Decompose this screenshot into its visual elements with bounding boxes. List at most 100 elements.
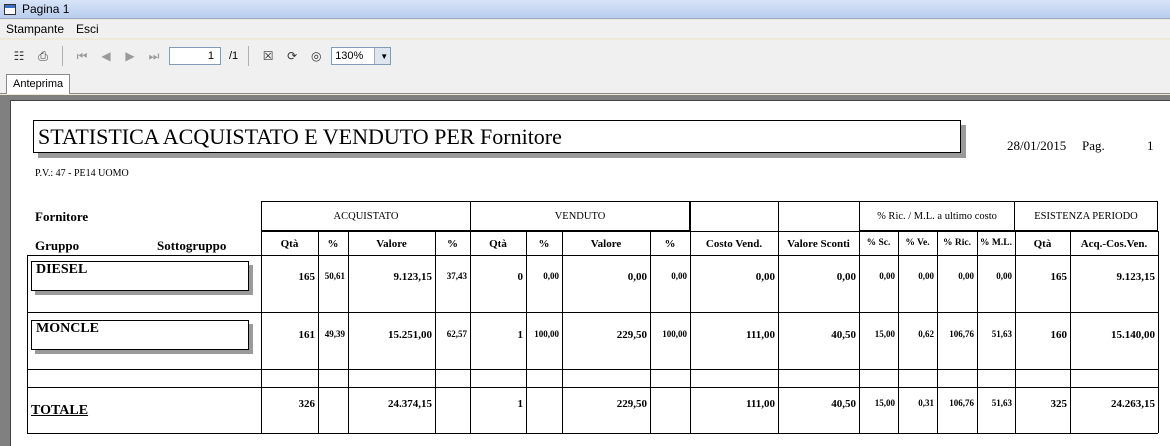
diesel-cell: 37,43 [446, 271, 467, 281]
grid-hline [261, 231, 1158, 232]
total-cell: 326 [298, 398, 316, 410]
total-cell: 24.374,15 [388, 398, 432, 410]
column-header: Valore Sconti [787, 238, 850, 250]
moncle-cell: 40,50 [831, 329, 856, 341]
column-header: % [664, 238, 676, 250]
group-acquistato: ACQUISTATO [261, 201, 471, 231]
grid-hline [261, 201, 1158, 202]
zoom-select[interactable]: 130% ▼ [331, 47, 392, 65]
menu-stampante[interactable]: Stampante [6, 22, 64, 36]
column-header: Valore [590, 238, 622, 250]
moncle-cell: 161 [298, 329, 316, 341]
first-page-icon[interactable]: ⏮ [73, 47, 91, 65]
diesel-cell: 165 [298, 271, 316, 283]
page-total: /1 [229, 50, 239, 62]
label-fornitore: Fornitore [35, 209, 89, 224]
page-number-input[interactable]: 1 [169, 47, 221, 65]
grid-hline [27, 255, 1158, 256]
toolbar: ☷ ⎙ ⏮ ◀ ▶ ⏭ 1 /1 ☒ ⟳ ◎ 130% ▼ [0, 40, 1170, 72]
diesel-cell: 0 [517, 271, 524, 283]
page-label: Pag. [1082, 138, 1105, 153]
total-cell: 325 [1050, 398, 1068, 410]
row-name-diesel: DIESEL [31, 261, 249, 291]
total-cell: 229,50 [616, 398, 647, 410]
total-cell: 0,31 [918, 398, 934, 408]
column-header: % Ve. [905, 238, 930, 248]
report-title: STATISTICA ACQUISTATO E VENDUTO PER Forn… [33, 120, 961, 153]
diesel-cell: 0,00 [627, 271, 647, 283]
total-cell: 40,50 [831, 398, 856, 410]
diesel-cell: 165 [1050, 271, 1068, 283]
preview-area[interactable]: STATISTICA ACQUISTATO E VENDUTO PER Forn… [0, 95, 1170, 446]
column-header: % M.L. [980, 238, 1012, 248]
zoom-value: 130% [335, 50, 364, 62]
tab-anteprima[interactable]: Anteprima [6, 74, 71, 94]
window-title: Pagina 1 [22, 2, 70, 16]
moncle-cell: 106,76 [949, 329, 974, 339]
column-header: % [538, 238, 550, 250]
moncle-cell: 62,57 [446, 329, 467, 339]
refresh-icon[interactable]: ⟳ [283, 47, 301, 65]
last-page-icon[interactable]: ⏭ [145, 47, 163, 65]
moncle-cell: 100,00 [662, 329, 687, 339]
diesel-cell: 0,00 [836, 271, 856, 283]
diesel-cell: 0,00 [879, 271, 895, 281]
moncle-cell: 51,63 [991, 329, 1012, 339]
total-cell: 51,63 [991, 398, 1012, 408]
diesel-cell: 0,00 [671, 271, 687, 281]
grid-hline [27, 387, 1158, 388]
export-icon[interactable]: ☷ [10, 47, 28, 65]
diesel-cell: 0,00 [918, 271, 934, 281]
moncle-cell: 15.251,00 [388, 329, 432, 341]
moncle-cell: 100,00 [534, 329, 559, 339]
grid-vline [1158, 231, 1159, 433]
print-icon[interactable]: ⎙ [34, 47, 52, 65]
column-header: % Sc. [866, 238, 891, 248]
diesel-cell: 9.123,15 [393, 271, 433, 283]
grid-vline [27, 255, 28, 433]
grid-hline [27, 433, 1158, 434]
report-page: STATISTICA ACQUISTATO E VENDUTO PER Forn… [10, 100, 1170, 446]
next-page-icon[interactable]: ▶ [121, 47, 139, 65]
column-header: Qtà [489, 238, 507, 250]
previous-page-icon[interactable]: ◀ [97, 47, 115, 65]
moncle-cell: 160 [1050, 329, 1068, 341]
moncle-cell: 49,39 [324, 329, 345, 339]
report-date: 28/01/2015 [1007, 138, 1067, 153]
total-cell: 1 [517, 398, 524, 410]
diesel-cell: 0,00 [996, 271, 1012, 281]
toolbar-separator [248, 46, 250, 66]
page-number: 1 [1147, 138, 1154, 153]
grid-hline [27, 312, 1158, 313]
total-cell: 15,00 [874, 398, 895, 408]
moncle-cell: 15.140,00 [1111, 329, 1155, 341]
diesel-cell: 0,00 [543, 271, 559, 281]
column-header: Costo Vend. [705, 238, 763, 250]
column-header: Qtà [280, 238, 299, 250]
search-binoculars-icon[interactable]: ◎ [307, 47, 325, 65]
tab-strip: Anteprima [0, 72, 1170, 94]
toolbar-separator [62, 46, 63, 66]
row-name-moncle: MONCLE [31, 320, 249, 350]
moncle-cell: 15,00 [874, 329, 895, 339]
column-header: % Ric. [943, 238, 971, 248]
group-ricarico: % Ric. / M.L. a ultimo costo [859, 201, 1015, 231]
grid-hline [27, 369, 1158, 370]
close-preview-icon[interactable]: ☒ [259, 47, 277, 65]
diesel-cell: 0,00 [958, 271, 974, 281]
menu-bar: Stampante Esci [0, 20, 1170, 38]
column-header: Acq.-Cos.Ven. [1080, 238, 1148, 250]
diesel-cell: 0,00 [755, 271, 775, 283]
diesel-cell: 50,61 [324, 271, 345, 281]
chevron-down-icon[interactable]: ▼ [374, 48, 391, 64]
moncle-cell: 111,00 [745, 329, 775, 341]
total-cell: 111,00 [745, 398, 775, 410]
moncle-cell: 0,62 [918, 329, 934, 339]
total-label: TOTALE [31, 403, 89, 418]
group-venduto: VENDUTO [470, 201, 690, 231]
group-esistenza: ESISTENZA PERIODO [1014, 201, 1158, 231]
menu-esci[interactable]: Esci [76, 22, 99, 36]
total-cell: 24.263,15 [1111, 398, 1155, 410]
point-of-sale: P.V.: 47 - PE14 UOMO [35, 168, 129, 179]
column-header: % [327, 238, 339, 250]
